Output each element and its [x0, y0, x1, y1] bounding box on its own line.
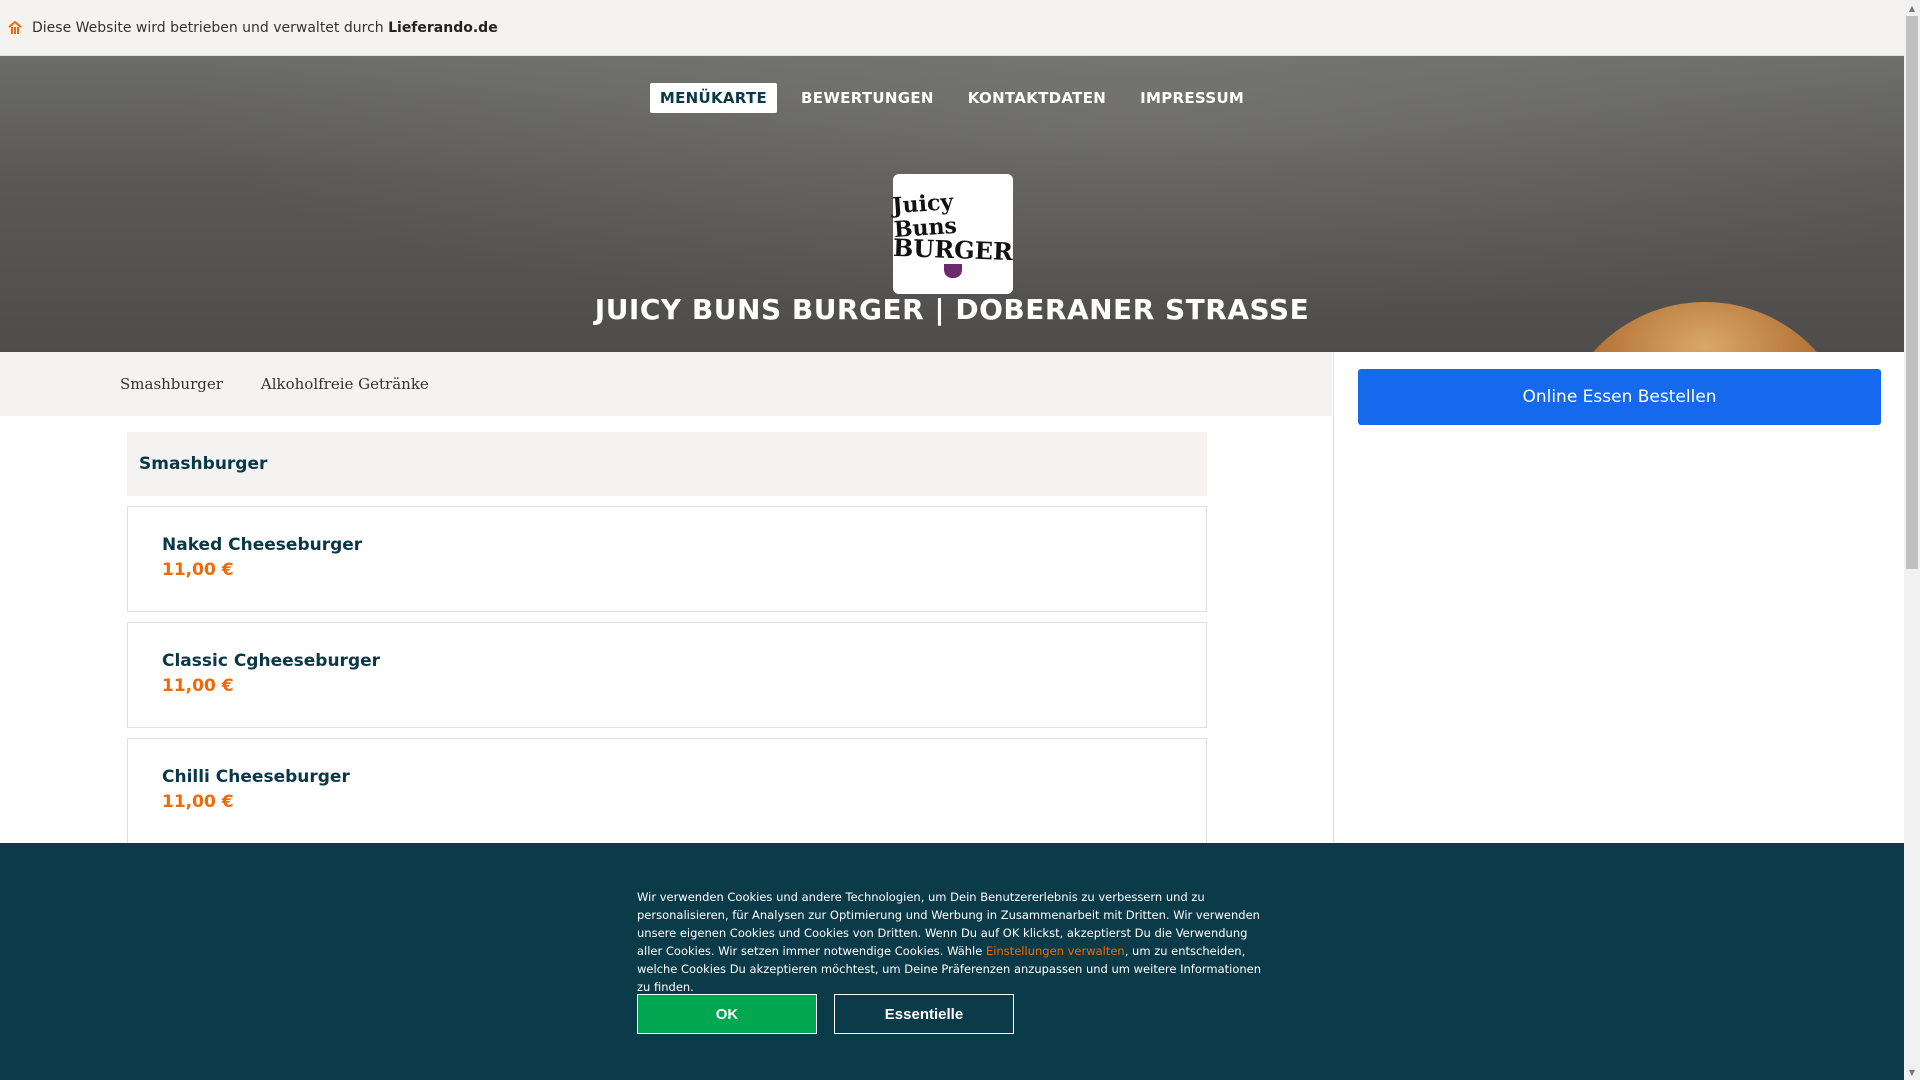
nav-bewertungen[interactable]: BEWERTUNGEN [791, 83, 944, 113]
item-price: 11,00 € [162, 792, 234, 812]
cookie-banner: Wir verwenden Cookies und andere Technol… [0, 843, 1904, 1080]
item-name: Classic Cgheeseburger [162, 651, 381, 671]
scrollbar-thumb[interactable] [1906, 16, 1918, 569]
nav-impressum[interactable]: IMPRESSUM [1130, 83, 1254, 113]
nav-menukarte[interactable]: MENÜKARTE [649, 83, 778, 113]
category-alkoholfreie-getraenke[interactable]: Alkoholfreie Getränke [261, 375, 429, 393]
menu-item[interactable]: Naked Cheeseburger 11,00 € [127, 506, 1207, 612]
cookie-essential-button[interactable]: Essentielle [834, 994, 1014, 1034]
order-online-button[interactable]: Online Essen Bestellen [1358, 369, 1881, 425]
section-title: Smashburger [127, 432, 1207, 496]
page-scrollbar[interactable]: ▲ ▼ [1904, 0, 1920, 1080]
cookie-text: Wir verwenden Cookies und andere Technol… [637, 888, 1267, 996]
nav-kontaktdaten[interactable]: KONTAKTDATEN [958, 83, 1116, 113]
operator-brand: Lieferando.de [388, 19, 498, 36]
cookie-ok-button[interactable]: OK [637, 994, 817, 1034]
menu-item[interactable]: Classic Cgheeseburger 11,00 € [127, 622, 1207, 728]
cookie-settings-link[interactable]: Einstellungen verwalten [986, 944, 1125, 958]
scroll-up-icon[interactable]: ▲ [1904, 0, 1920, 16]
category-smashburger[interactable]: Smashburger [120, 375, 223, 393]
item-price: 11,00 € [162, 560, 234, 580]
scroll-down-icon[interactable]: ▼ [1904, 1064, 1920, 1080]
logo-drip-icon [944, 264, 962, 278]
main-nav: MENÜKARTE BEWERTUNGEN KONTAKTDATEN IMPRE… [0, 83, 1904, 113]
home-icon [8, 20, 22, 34]
item-name: Chilli Cheeseburger [162, 767, 350, 787]
menu-list: Smashburger Naked Cheeseburger 11,00 € C… [127, 432, 1207, 844]
operator-text: Diese Website wird betrieben und verwalt… [32, 19, 384, 36]
menu-item[interactable]: Chilli Cheeseburger 11,00 € [127, 738, 1207, 844]
restaurant-title: JUICY BUNS BURGER | DOBERANER STRAßE [594, 293, 1310, 326]
item-price: 11,00 € [162, 676, 234, 696]
item-name: Naked Cheeseburger [162, 535, 363, 555]
category-bar: Smashburger Alkoholfreie Getränke [0, 352, 1332, 416]
restaurant-logo: Juicy Buns BURGER [891, 174, 1014, 294]
logo-line2: BURGER [892, 232, 1014, 267]
operator-bar: Diese Website wird betrieben und verwalt… [0, 0, 1904, 56]
hero-banner: MENÜKARTE BEWERTUNGEN KONTAKTDATEN IMPRE… [0, 56, 1904, 352]
